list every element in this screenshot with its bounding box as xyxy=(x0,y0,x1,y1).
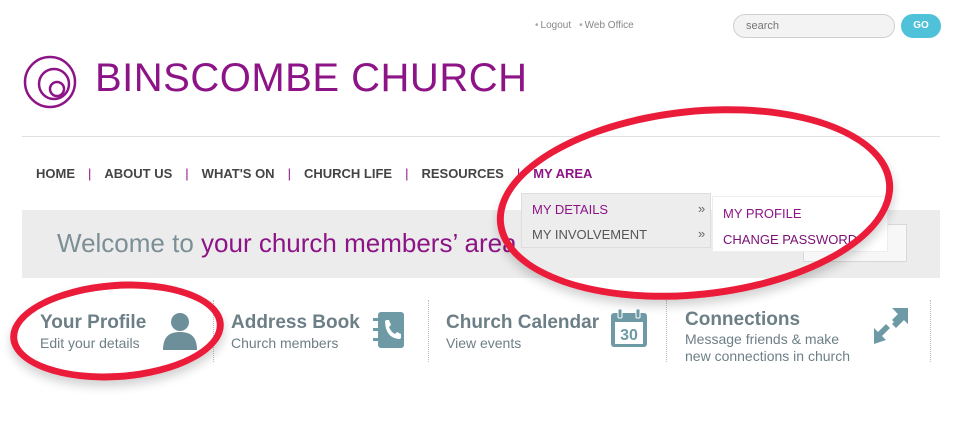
church-logo-icon[interactable] xyxy=(22,54,78,110)
nav-item-about-us[interactable]: ABOUT US xyxy=(104,166,172,181)
nav-separator: | xyxy=(88,166,92,181)
nav-separator: | xyxy=(287,166,291,181)
annotation-circle-profile xyxy=(6,274,228,388)
tile-subtitle: Church members xyxy=(231,335,339,351)
tile-title: Address Book xyxy=(231,312,360,333)
main-nav: HOME | ABOUT US | WHAT'S ON | CHURCH LIF… xyxy=(36,166,592,181)
tile-subtitle: View events xyxy=(446,335,522,351)
tile-title: Connections xyxy=(685,309,801,330)
nav-item-resources[interactable]: RESOURCES xyxy=(421,166,503,181)
nav-item-whats-on[interactable]: WHAT'S ON xyxy=(202,166,275,181)
welcome-heading: Welcome to your church members’ area xyxy=(57,228,517,259)
tile-divider xyxy=(666,300,667,362)
site-title[interactable]: BINSCOMBE CHURCH xyxy=(95,56,527,101)
connections-arrows-icon xyxy=(874,308,908,344)
welcome-prefix: Welcome to xyxy=(57,228,194,258)
search-input[interactable] xyxy=(733,14,895,38)
nav-item-church-life[interactable]: CHURCH LIFE xyxy=(304,166,392,181)
logout-link[interactable]: Logout xyxy=(535,20,572,31)
utility-links: Logout Web Office xyxy=(535,20,634,31)
tile-divider xyxy=(930,300,931,362)
nav-item-home[interactable]: HOME xyxy=(36,166,75,181)
tile-subtitle: Message friends & make new connections i… xyxy=(685,331,850,365)
nav-separator: | xyxy=(405,166,409,181)
annotation-circle-menu xyxy=(487,87,903,319)
calendar-icon-number: 30 xyxy=(620,327,638,344)
tile-divider xyxy=(428,300,429,362)
web-office-link[interactable]: Web Office xyxy=(579,20,634,31)
calendar-icon: 30 xyxy=(611,308,647,347)
address-book-icon xyxy=(373,312,404,348)
welcome-highlight: your church members’ area xyxy=(201,228,517,258)
nav-separator: | xyxy=(185,166,189,181)
tile-subtitle-line: new connections in church xyxy=(685,348,850,364)
tile-title: Church Calendar xyxy=(446,312,600,333)
search-go-button[interactable]: GO xyxy=(901,14,941,38)
tile-subtitle-line: Message friends & make xyxy=(685,331,840,347)
